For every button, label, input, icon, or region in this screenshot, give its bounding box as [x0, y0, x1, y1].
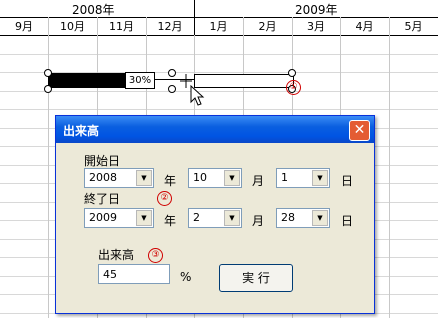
- month-header: 2月: [258, 20, 277, 33]
- year-unit: 年: [164, 214, 177, 228]
- dialog-title: 出来高: [63, 124, 100, 138]
- year-label-2008: 2008年: [72, 3, 115, 17]
- close-button[interactable]: ✕: [349, 120, 370, 141]
- month-header: 5月: [404, 20, 423, 33]
- resize-handle[interactable]: [44, 85, 52, 93]
- chevron-down-icon[interactable]: ▼: [224, 170, 240, 186]
- chevron-down-icon[interactable]: ▼: [312, 210, 328, 226]
- end-year-select[interactable]: 2009 ▼: [84, 208, 154, 228]
- chevron-down-icon[interactable]: ▼: [224, 210, 240, 226]
- month-header: 10月: [60, 20, 85, 33]
- chevron-down-icon[interactable]: ▼: [312, 170, 328, 186]
- cursor-arrow-icon: [180, 74, 205, 106]
- month-unit: 月: [252, 214, 265, 228]
- chevron-down-icon[interactable]: ▼: [136, 210, 152, 226]
- start-month-select[interactable]: 10 ▼: [188, 168, 242, 188]
- month-header: 1月: [209, 20, 228, 33]
- dialog-titlebar[interactable]: 出来高 ✕: [56, 116, 374, 143]
- start-date-label: 開始日: [84, 154, 121, 168]
- progress-input[interactable]: 45: [98, 264, 170, 284]
- gantt-progress-bar[interactable]: [48, 73, 126, 88]
- callout-marker-1: ①: [286, 80, 301, 95]
- end-day-value: 28: [281, 211, 295, 224]
- gantt-remaining-bar[interactable]: [194, 74, 294, 88]
- start-month-value: 10: [193, 171, 207, 184]
- end-day-select[interactable]: 28 ▼: [276, 208, 330, 228]
- close-icon: ✕: [353, 122, 366, 138]
- day-unit: 日: [341, 174, 354, 188]
- callout-marker-2: ②: [157, 191, 172, 206]
- gantt-percent-label[interactable]: 30%: [125, 72, 155, 89]
- year-unit: 年: [164, 174, 177, 188]
- resize-handle[interactable]: [44, 69, 52, 77]
- resize-handle[interactable]: [168, 69, 176, 77]
- percent-sign: %: [180, 270, 192, 284]
- month-header: 4月: [355, 20, 374, 33]
- start-day-select[interactable]: 1 ▼: [276, 168, 330, 188]
- month-header: 9月: [15, 20, 33, 33]
- start-year-value: 2008: [89, 171, 117, 184]
- progress-label: 出来高: [98, 248, 135, 262]
- header-bottom-border: [0, 35, 438, 36]
- start-year-select[interactable]: 2008 ▼: [84, 168, 154, 188]
- run-button[interactable]: 実 行: [219, 264, 293, 292]
- end-year-value: 2009: [89, 211, 117, 224]
- end-date-label: 終了日: [84, 192, 121, 206]
- year-label-2009: 2009年: [295, 3, 338, 17]
- resize-handle[interactable]: [288, 69, 296, 77]
- month-header: 3月: [307, 20, 325, 33]
- month-header: 12月: [157, 20, 183, 33]
- end-month-select[interactable]: 2 ▼: [188, 208, 242, 228]
- start-day-value: 1: [281, 171, 288, 184]
- end-month-value: 2: [193, 211, 200, 224]
- chevron-down-icon[interactable]: ▼: [136, 170, 152, 186]
- resize-handle[interactable]: [168, 85, 176, 93]
- progress-dialog: 出来高 ✕ 開始日 2008 ▼ 年 10 ▼ 月 1 ▼ 日 終了日 ② 20…: [55, 115, 375, 314]
- day-unit: 日: [341, 214, 354, 228]
- month-unit: 月: [252, 174, 265, 188]
- month-header: 11月: [109, 20, 134, 33]
- callout-marker-3: ③: [148, 248, 163, 263]
